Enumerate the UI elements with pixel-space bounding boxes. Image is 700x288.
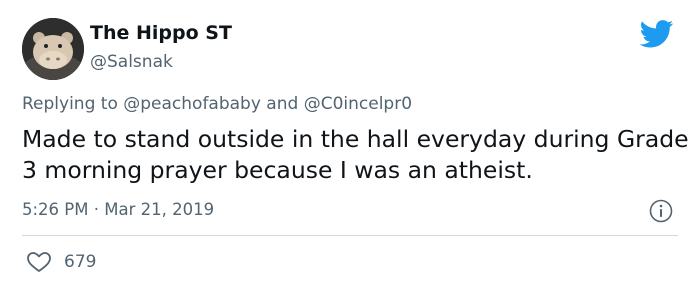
display-name[interactable]: The Hippo ST xyxy=(90,22,232,44)
reply-joiner: and xyxy=(260,94,304,114)
avatar[interactable] xyxy=(22,18,84,80)
reply-mention-1[interactable]: @peachofababy xyxy=(123,94,261,114)
tweet-timestamp[interactable]: 5:26 PM · Mar 21, 2019 xyxy=(22,200,214,219)
user-handle[interactable]: @Salsnak xyxy=(90,52,173,72)
reply-prefix: Replying to xyxy=(22,94,124,114)
twitter-bird-icon[interactable] xyxy=(640,20,674,48)
info-icon[interactable] xyxy=(649,199,673,223)
tweet-text: Made to stand outside in the hall everyd… xyxy=(22,125,689,184)
reply-mention-2[interactable]: @C0incelpr0 xyxy=(304,94,412,114)
tweet-card: The Hippo ST @Salsnak Replying to @peach… xyxy=(0,0,700,288)
like-count[interactable]: 679 xyxy=(64,252,96,272)
divider xyxy=(22,235,678,236)
hippo-avatar-image xyxy=(22,18,84,80)
reply-context: Replying to @peachofababy and @C0incelpr… xyxy=(22,94,412,114)
heart-icon[interactable] xyxy=(26,251,52,273)
